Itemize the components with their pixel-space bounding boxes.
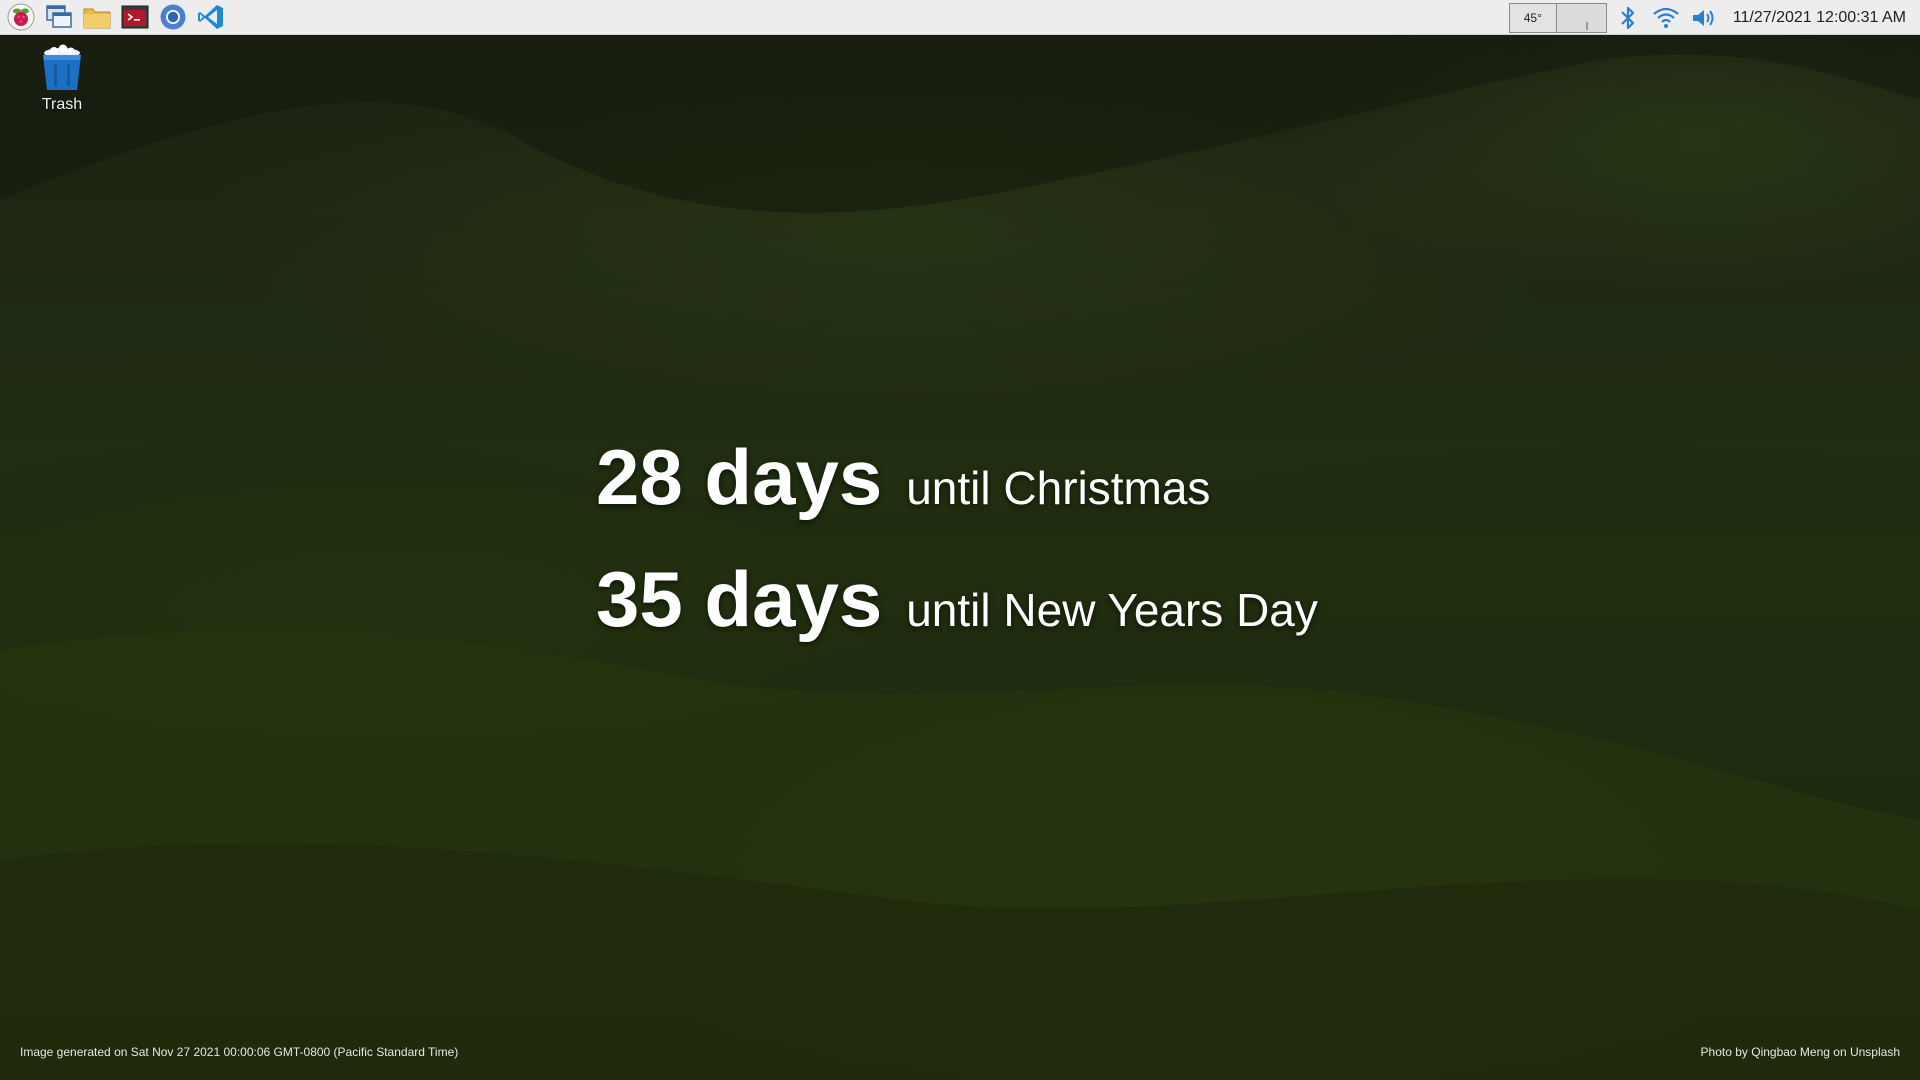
countdown-christmas: 28 days until Christmas — [596, 432, 1318, 554]
cpu-usage-bar — [1585, 21, 1588, 30]
wifi-icon[interactable] — [1649, 1, 1683, 35]
new-years-days: 35 days — [596, 555, 883, 643]
countdown: 28 days until Christmas 35 days until Ne… — [596, 432, 1318, 676]
launcher — [0, 0, 228, 35]
desktop: 45° 11/27/2021 12:00:31 AM Trash 28 days… — [0, 0, 1920, 1080]
chromium-icon[interactable] — [156, 0, 190, 34]
photo-credit: Photo by Qingbao Meng on Unsplash — [1700, 1045, 1900, 1059]
christmas-days: 28 days — [596, 433, 883, 521]
taskbar: 45° 11/27/2021 12:00:31 AM — [0, 0, 1920, 35]
vscode-icon[interactable] — [194, 0, 228, 34]
volume-icon[interactable] — [1687, 1, 1721, 35]
window-switcher-icon[interactable] — [42, 0, 76, 34]
terminal-icon[interactable] — [118, 0, 152, 34]
christmas-label: until Christmas — [906, 462, 1211, 514]
cpu-temperature[interactable]: 45° — [1508, 2, 1557, 33]
trash-desktop-icon[interactable]: Trash — [28, 44, 96, 114]
trash-label: Trash — [41, 96, 83, 113]
raspberry-menu-icon[interactable] — [4, 0, 38, 34]
clock[interactable]: 11/27/2021 12:00:31 AM — [1733, 9, 1906, 27]
cpu-usage-graph[interactable] — [1556, 2, 1607, 33]
trash-icon — [43, 44, 81, 90]
new-years-label: until New Years Day — [906, 584, 1318, 636]
system-tray: 45° 11/27/2021 12:00:31 AM — [1508, 0, 1920, 35]
bluetooth-icon[interactable] — [1611, 1, 1645, 35]
generated-timestamp: Image generated on Sat Nov 27 2021 00:00… — [20, 1045, 459, 1059]
countdown-new-years: 35 days until New Years Day — [596, 554, 1318, 676]
file-manager-icon[interactable] — [80, 0, 114, 34]
